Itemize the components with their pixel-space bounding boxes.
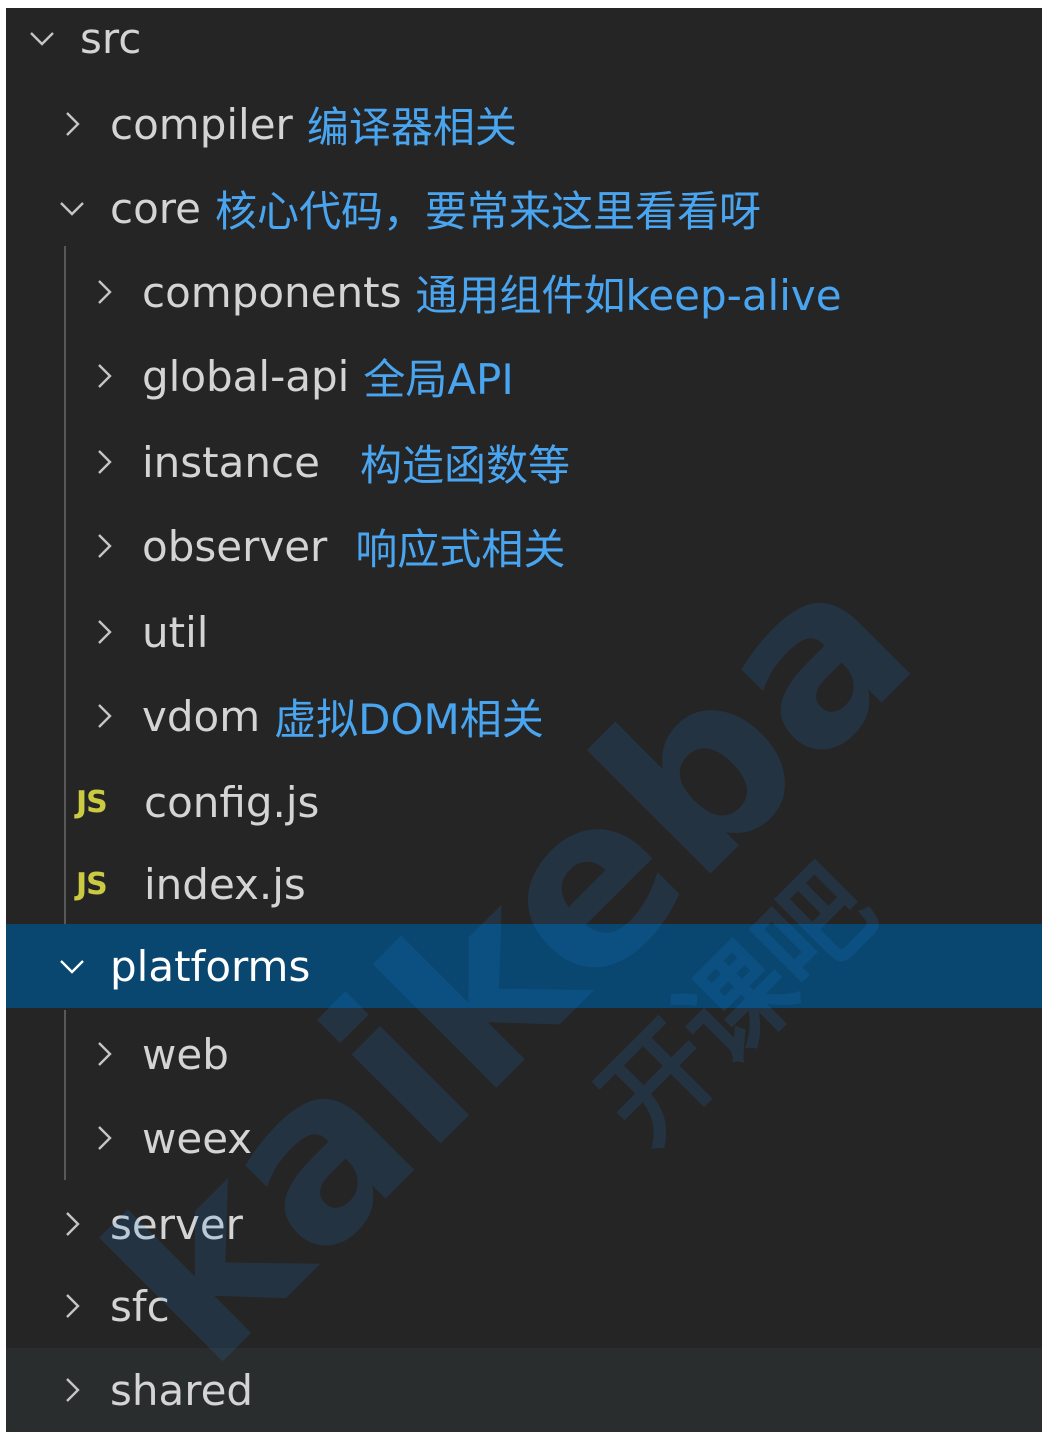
chevron-right-icon — [90, 532, 118, 560]
tree-item-name: instance — [142, 437, 320, 487]
folder-annotation: 虚拟DOM相关 — [274, 694, 544, 744]
chevron-right-icon — [90, 362, 118, 390]
tree-folder-server[interactable]: server — [6, 1182, 1042, 1266]
tree-folder-web[interactable]: web — [6, 1012, 1042, 1096]
tree-item-name: global-api — [142, 351, 350, 401]
tree-folder-src[interactable]: src — [6, 8, 1042, 80]
chevron-right-icon — [58, 1210, 86, 1238]
tree-item-name: web — [142, 1029, 229, 1079]
chevron-down-icon — [28, 24, 56, 52]
tree-folder-core[interactable]: core 核心代码，要常来这里看看呀 — [6, 166, 1042, 250]
chevron-right-icon — [58, 1292, 86, 1320]
chevron-right-icon — [90, 278, 118, 306]
tree-folder-components[interactable]: components 通用组件如keep-alive — [6, 250, 1042, 334]
tree-item-name: config.js — [144, 777, 320, 827]
folder-annotation: 响应式相关 — [355, 524, 566, 574]
tree-item-name: sfc — [110, 1281, 170, 1331]
folder-annotation: 编译器相关 — [306, 102, 517, 152]
tree-folder-compiler[interactable]: compiler 编译器相关 — [6, 82, 1042, 166]
js-file-icon: JS — [76, 866, 108, 902]
chevron-down-icon — [58, 952, 86, 980]
chevron-right-icon — [90, 448, 118, 476]
tree-folder-weex[interactable]: weex — [6, 1096, 1042, 1180]
tree-folder-observer[interactable]: observer 响应式相关 — [6, 504, 1042, 588]
tree-folder-util[interactable]: util — [6, 590, 1042, 674]
chevron-right-icon — [90, 1040, 118, 1068]
file-explorer-tree: src compiler 编译器相关 core 核心代码，要常来这里看看呀 co… — [6, 8, 1042, 1432]
tree-item-name: components — [142, 267, 402, 317]
chevron-right-icon — [58, 1376, 86, 1404]
tree-folder-sfc[interactable]: sfc — [6, 1264, 1042, 1348]
tree-item-name: weex — [142, 1113, 253, 1163]
tree-file-index-js[interactable]: JS index.js — [6, 842, 1042, 926]
tree-item-name: vdom — [142, 691, 261, 741]
tree-item-name: core — [110, 183, 201, 233]
tree-folder-vdom[interactable]: vdom 虚拟DOM相关 — [6, 674, 1042, 758]
folder-annotation: 核心代码，要常来这里看看呀 — [214, 186, 761, 236]
chevron-right-icon — [90, 702, 118, 730]
tree-item-name: platforms — [110, 941, 311, 991]
chevron-down-icon — [58, 194, 86, 222]
tree-folder-shared[interactable]: shared — [6, 1348, 1042, 1432]
tree-item-name: server — [110, 1199, 243, 1249]
chevron-right-icon — [90, 1124, 118, 1152]
tree-folder-instance[interactable]: instance 构造函数等 — [6, 420, 1042, 504]
tree-item-name: src — [80, 13, 142, 63]
chevron-right-icon — [58, 110, 86, 138]
tree-item-name: observer — [142, 521, 328, 571]
folder-annotation: 通用组件如keep-alive — [415, 270, 842, 320]
chevron-right-icon — [90, 618, 118, 646]
tree-item-name: compiler — [110, 99, 293, 149]
folder-annotation: 构造函数等 — [359, 440, 570, 490]
tree-file-config-js[interactable]: JS config.js — [6, 760, 1042, 844]
tree-item-name: index.js — [144, 859, 306, 909]
tree-item-name: util — [142, 607, 209, 657]
tree-folder-global-api[interactable]: global-api 全局API — [6, 334, 1042, 418]
folder-annotation: 全局API — [363, 354, 514, 404]
js-file-icon: JS — [76, 784, 108, 820]
tree-item-name: shared — [110, 1365, 254, 1415]
tree-folder-platforms[interactable]: platforms — [6, 924, 1042, 1008]
